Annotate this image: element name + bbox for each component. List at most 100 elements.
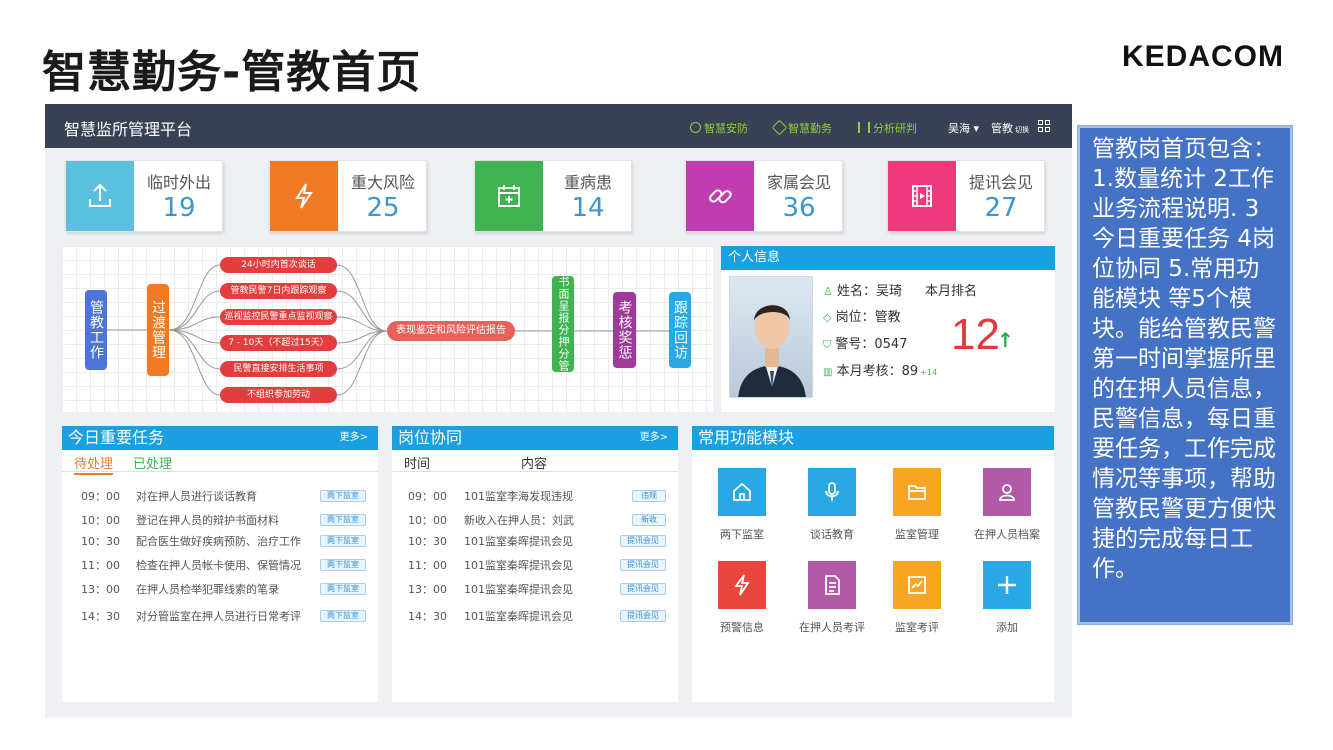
collab-tag[interactable]: 提讯会见 (620, 610, 666, 622)
flow-node-report: 表现鉴定和风险评估报告 (387, 321, 515, 341)
role-switch[interactable]: 管教 切换 (991, 120, 1029, 136)
tab-pending[interactable]: 待处理 (74, 453, 114, 475)
modules-title: 常用功能模块 (698, 428, 795, 447)
lightning-icon (270, 161, 338, 231)
brand-logo: KEDACOM (1122, 40, 1284, 73)
task-time: 13：00 (81, 583, 120, 596)
nav-smart-security[interactable]: 智慧安防 (690, 120, 748, 136)
task-time: 10：00 (81, 514, 120, 527)
flow-step: 管教民警7日内跟踪观察 (220, 283, 337, 299)
stat-label: 重大风险 (350, 173, 415, 192)
collab-tag[interactable]: 违规 (632, 490, 666, 502)
task-tag[interactable]: 两下监室 (320, 490, 366, 502)
flow-node-assessment: 考核奖惩 (613, 292, 636, 368)
task-time: 14：30 (81, 610, 120, 623)
officer-post: ◇ 岗位：管教 (823, 306, 901, 325)
officer-name-text: 姓名：吴琦 (837, 284, 903, 299)
task-text[interactable]: 在押人员检举犯罪线索的笔录 (136, 581, 279, 597)
flow-node-start: 管教工作 (85, 290, 107, 370)
task-tag[interactable]: 两下监室 (320, 535, 366, 547)
module-add[interactable] (983, 561, 1031, 609)
module-inmate-files[interactable] (983, 468, 1031, 516)
collab-text[interactable]: 101监室李海发现违规 (464, 488, 573, 504)
collab-text[interactable]: 101监室秦晖提讯会见 (464, 581, 573, 597)
nav-smart-duty[interactable]: 智慧勤务 (771, 119, 832, 136)
modules-header: 常用功能模块 (692, 426, 1054, 450)
task-tag[interactable]: 两下监室 (320, 514, 366, 526)
user-menu[interactable]: 吴海 ▾ (948, 120, 979, 136)
stat-card-major-risk[interactable]: 重大风险 25 (269, 160, 427, 232)
collab-tag[interactable]: 提讯会见 (620, 535, 666, 547)
module-cell-monitoring[interactable] (718, 468, 766, 516)
flow-step: 民警直接安排生活事项 (220, 361, 337, 377)
module-alert-info[interactable] (718, 561, 766, 609)
collab-text[interactable]: 新收入在押人员：刘武 (464, 512, 574, 528)
stat-card-serious-illness[interactable]: 重病患 14 (474, 160, 632, 232)
chart-icon (908, 576, 926, 594)
tasks-header: 今日重要任务 更多> (62, 426, 378, 450)
collab-more-link[interactable]: 更多> (640, 426, 668, 450)
tasks-tabs: 待处理 已处理 (62, 450, 378, 475)
shield-icon: ⛉ (823, 338, 832, 351)
person-icon (999, 484, 1015, 501)
task-tag[interactable]: 两下监室 (320, 559, 366, 571)
bar-chart-icon (858, 122, 870, 133)
collab-header: 岗位协同 更多> (392, 426, 678, 450)
flow-node-written-report: 书面呈报分押分管 (552, 276, 574, 372)
stat-card-temp-out[interactable]: 临时外出 19 (65, 160, 223, 232)
task-text[interactable]: 配合医生做好疾病预防、治疗工作 (136, 533, 301, 549)
tasks-more-link[interactable]: 更多> (340, 426, 368, 450)
task-text[interactable]: 检查在押人员帐卡使用、保管情况 (136, 557, 301, 573)
collab-tag[interactable]: 新收 (632, 514, 666, 526)
task-tag[interactable]: 两下监室 (320, 610, 366, 622)
collab-tag[interactable]: 提讯会见 (620, 583, 666, 595)
stat-value: 25 (366, 193, 400, 223)
rank-value: 12 (951, 310, 1000, 359)
document-icon (825, 575, 840, 595)
score-value: 89 (901, 364, 919, 379)
module-talk-education[interactable] (808, 468, 856, 516)
collab-tag[interactable]: 提讯会见 (620, 559, 666, 571)
description-note: 管教岗首页包含：1.数量统计 2工作业务流程说明. 3今日重要任务 4岗位协同 … (1077, 125, 1293, 625)
task-text[interactable]: 登记在押人员的辩护书面材料 (136, 512, 279, 528)
flow-step: 24小时内首次谈话 (220, 257, 337, 273)
collab-time: 11：00 (408, 559, 447, 572)
personal-info-panel: 个人信息 ♙ 姓名：吴琦 本月排名 ◇ 岗位：管教 ⛉ 警号：0547 ▥ 本月… (721, 246, 1055, 412)
tasks-panel: 今日重要任务 更多> 待处理 已处理 09：00 对在押人员进行谈话教育 两下监室 1… (62, 426, 378, 702)
task-text[interactable]: 对在押人员进行谈话教育 (136, 488, 257, 504)
platform-title: 智慧监所管理平台 (64, 120, 193, 139)
folder-icon (908, 485, 926, 500)
user-name: 吴海 (948, 122, 970, 135)
collab-text[interactable]: 101监室秦晖提讯会见 (464, 608, 573, 624)
lightning-icon (734, 574, 750, 596)
upload-icon (66, 161, 134, 231)
plus-icon (998, 576, 1016, 594)
flow-step: 巡视监控民警重点监视观察 (220, 309, 337, 325)
column-time: 时间 (404, 457, 431, 472)
collab-time: 14：30 (408, 610, 447, 623)
stat-value: 14 (571, 193, 605, 223)
circle-icon (690, 122, 701, 133)
home-icon (733, 482, 751, 501)
module-inmate-evaluation[interactable] (808, 561, 856, 609)
user-icon: ♙ (823, 285, 833, 298)
collab-text[interactable]: 101监室秦晖提讯会见 (464, 557, 573, 573)
apps-grid-icon[interactable] (1038, 120, 1050, 132)
stat-card-arraignment-visit[interactable]: 提讯会见 27 (887, 160, 1045, 232)
stat-card-family-visit[interactable]: 家属会见 36 (685, 160, 843, 232)
link-icon (686, 161, 754, 231)
nav-analysis[interactable]: 分析研判 (858, 120, 917, 136)
tab-processed[interactable]: 已处理 (133, 453, 172, 472)
task-time: 11：00 (81, 559, 120, 572)
task-tag[interactable]: 两下监室 (320, 583, 366, 595)
collab-panel: 岗位协同 更多> 时间 内容 09：00 101监室李海发现违规 违规 10：00 新收… (392, 426, 678, 702)
microphone-icon (825, 482, 839, 501)
module-cell-evaluation[interactable] (893, 561, 941, 609)
module-cell-management[interactable] (893, 468, 941, 516)
flow-node-transition: 过渡管理 (147, 284, 169, 376)
post-icon: ◇ (823, 311, 832, 324)
film-icon (888, 161, 956, 231)
cube-icon (771, 119, 788, 136)
collab-text[interactable]: 101监室秦晖提讯会见 (464, 533, 573, 549)
task-text[interactable]: 对分管监室在押人员进行日常考评 (136, 608, 301, 624)
